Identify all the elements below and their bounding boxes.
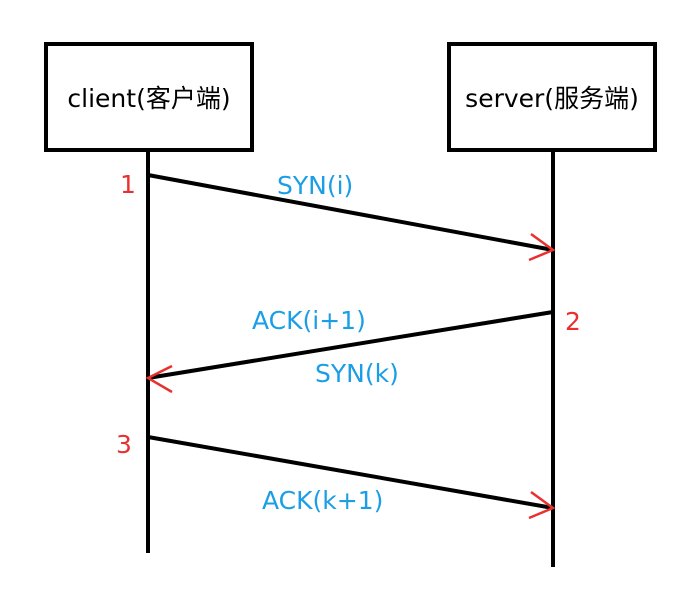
ack-k-plus-1-label: ACK(k+1) [262,486,384,515]
step-3-number: 3 [116,430,132,459]
step-2-number: 2 [565,307,581,336]
server-label: server(服务端) [465,84,639,113]
syn-k-label: SYN(k) [315,359,399,388]
client-label: client(客户端) [67,84,231,113]
syn-i-label: SYN(i) [277,171,354,200]
client-participant-box: client(客户端) [44,42,254,152]
ack-i-plus-1-label: ACK(i+1) [252,306,366,335]
ack-syn-arrowhead-icon [145,364,173,394]
server-participant-box: server(服务端) [447,42,657,152]
step-1-number: 1 [120,170,136,199]
